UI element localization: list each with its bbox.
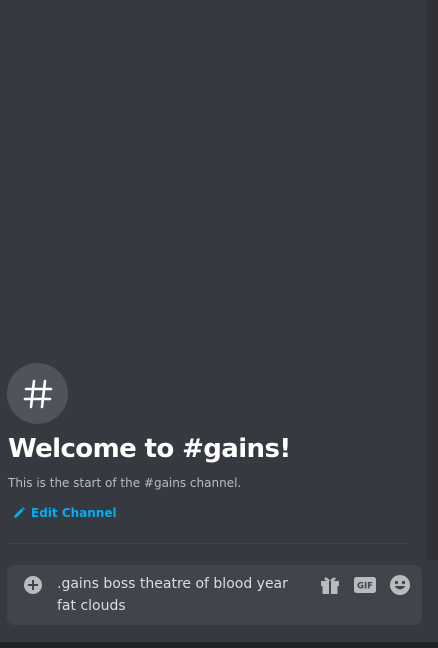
emoji-icon — [390, 575, 410, 595]
edit-channel-label: Edit Channel — [31, 506, 117, 520]
gif-label: GIF — [357, 582, 373, 592]
message-line: .gains boss theatre of blood year — [57, 576, 288, 592]
bottom-edge — [0, 642, 438, 648]
divider — [8, 543, 408, 544]
chat-area: Welcome to #gains! This is the start of … — [0, 0, 427, 642]
channel-hash-avatar — [7, 363, 68, 424]
pencil-icon — [14, 507, 25, 518]
gif-icon: GIF — [354, 577, 376, 593]
message-composer[interactable]: .gains boss theatre of blood year fat cl… — [7, 565, 422, 625]
gif-button[interactable]: GIF — [353, 573, 377, 597]
welcome-title: Welcome to #gains! — [8, 434, 291, 464]
attach-button[interactable] — [22, 574, 44, 596]
scrollbar-track[interactable] — [427, 0, 438, 560]
message-line: fat clouds — [57, 598, 126, 614]
gift-icon — [321, 577, 339, 594]
welcome-subtitle: This is the start of the #gains channel. — [8, 476, 242, 490]
plus-circle-icon — [24, 576, 42, 594]
right-gutter — [427, 560, 438, 642]
message-input[interactable]: .gains boss theatre of blood year fat cl… — [57, 573, 307, 617]
gift-button[interactable] — [318, 573, 342, 597]
edit-channel-button[interactable]: Edit Channel — [13, 505, 117, 521]
hash-icon — [23, 379, 52, 408]
emoji-button[interactable] — [388, 573, 412, 597]
